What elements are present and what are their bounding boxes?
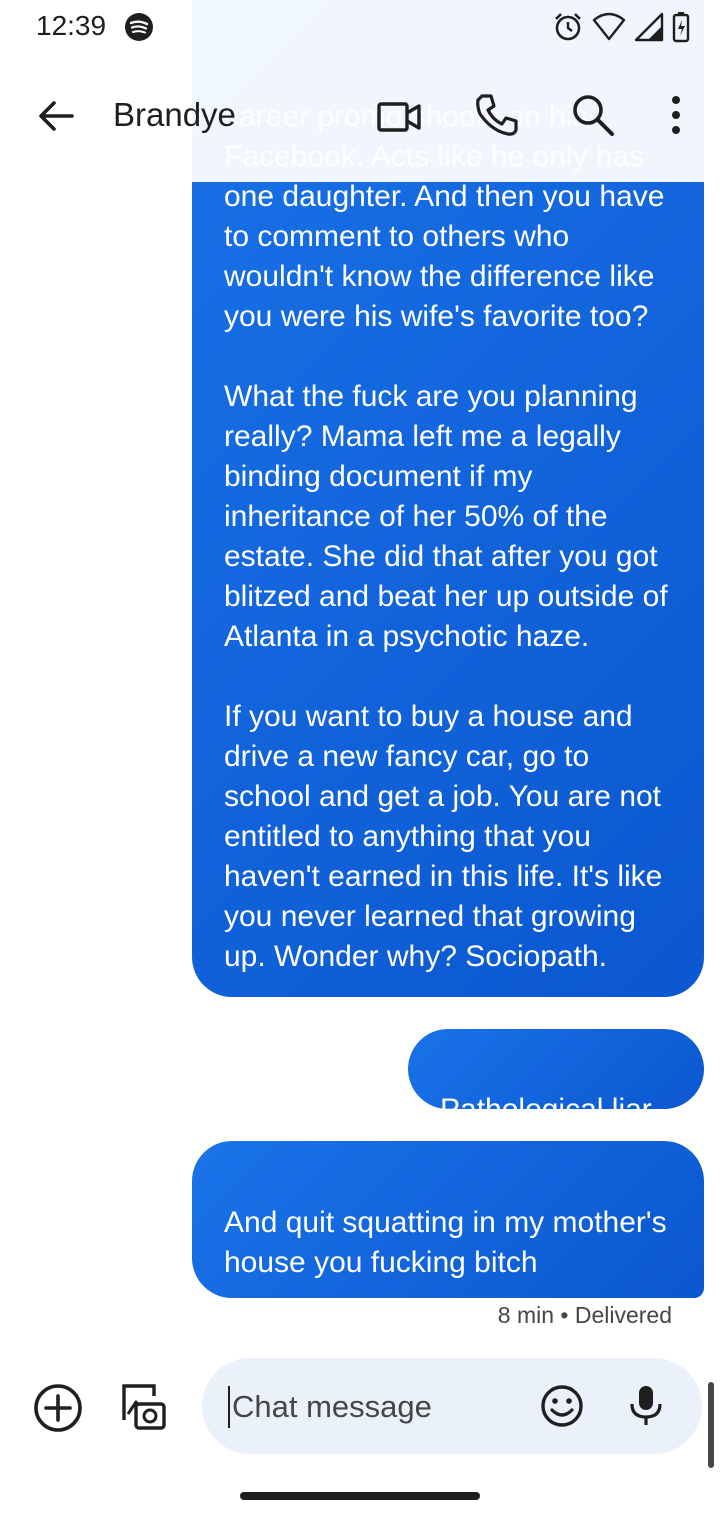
status-bar: 12:39 [0, 0, 720, 56]
message-text: Pathological liar [440, 1093, 652, 1126]
message-bubble[interactable]: And quit squatting in my mother's house … [192, 1141, 704, 1298]
signal-icon [634, 12, 664, 42]
spotify-icon [125, 13, 153, 41]
message-bubble[interactable]: Pathological liar [408, 1029, 704, 1126]
add-circle-icon[interactable] [32, 1382, 84, 1434]
video-call-icon[interactable] [376, 96, 422, 138]
compose-field[interactable] [202, 1358, 702, 1454]
more-vert-icon[interactable] [660, 92, 692, 138]
message-text: career promo shoots on his Facebook. Act… [224, 100, 668, 973]
gesture-nav-handle[interactable] [240, 1492, 480, 1500]
message-status: 8 min • Delivered [497, 1302, 672, 1328]
compose-bar [0, 1350, 720, 1460]
conversation-list[interactable]: career promo shoots on his Facebook. Act… [0, 0, 720, 1350]
top-app-bar: Brandye [0, 56, 720, 182]
search-icon[interactable] [570, 92, 616, 138]
chat-message-input[interactable] [228, 1386, 524, 1428]
gallery-camera-icon[interactable] [116, 1380, 168, 1432]
alarm-icon [555, 13, 581, 41]
message-text: And quit squatting in my mother's house … [224, 1206, 667, 1279]
battery-icon [672, 12, 690, 43]
scrollbar[interactable] [708, 1382, 714, 1468]
mic-icon[interactable] [628, 1384, 664, 1428]
wifi-icon [592, 12, 626, 41]
back-arrow-icon[interactable] [34, 94, 78, 138]
phone-icon[interactable] [474, 92, 520, 138]
contact-name[interactable]: Brandye [113, 96, 236, 134]
emoji-icon[interactable] [540, 1384, 584, 1428]
status-time: 12:39 [36, 10, 107, 41]
